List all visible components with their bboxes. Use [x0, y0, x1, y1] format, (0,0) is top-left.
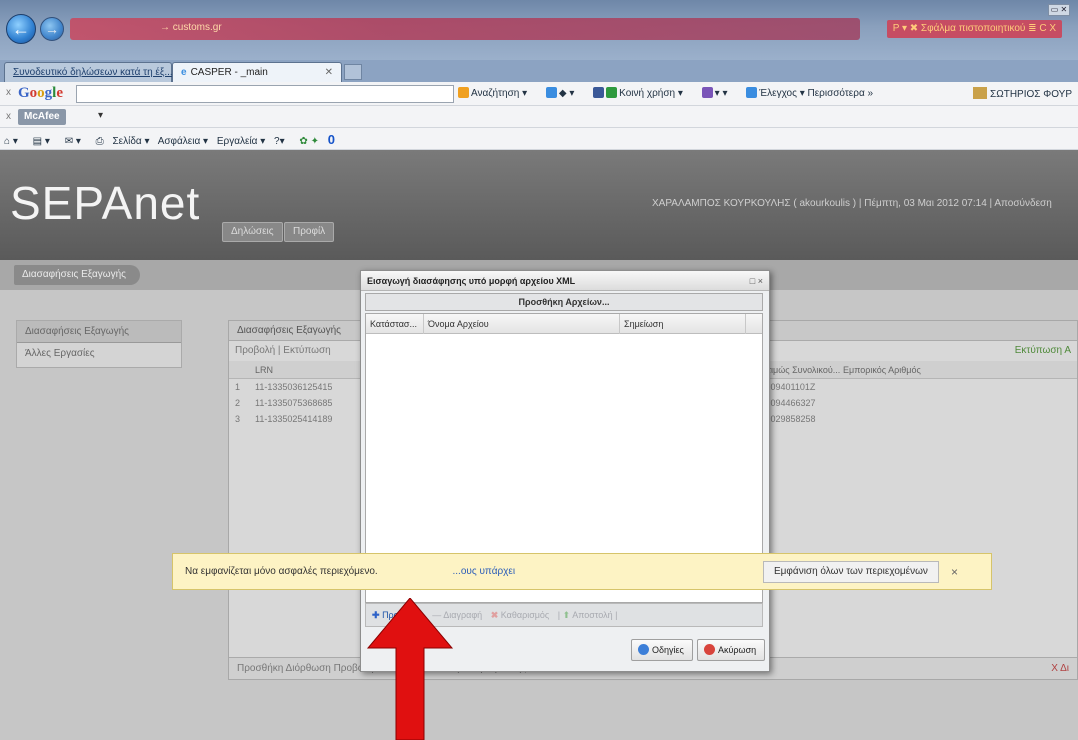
window-controls[interactable]: ▭ ✕	[1048, 4, 1070, 16]
tab-bar: Συνοδευτικό δηλώσεων κατά τη έξ... e CASP…	[0, 60, 1078, 82]
addon-badge[interactable]: 0	[328, 132, 335, 147]
forward-arrow-icon: →	[45, 21, 59, 37]
feeds-icon[interactable]: ▤ ▾	[33, 136, 56, 147]
tab-profile[interactable]: Προφίλ	[284, 222, 335, 242]
mcafee-caret-icon[interactable]: ▾	[98, 110, 103, 121]
add-files-button[interactable]: Προσθήκη Αρχείων...	[365, 293, 763, 311]
notification-link[interactable]: ...ους υπάρχει	[453, 566, 516, 577]
tab-declarations[interactable]: Δηλώσεις	[222, 222, 283, 242]
home-icon[interactable]: ⌂ ▾	[4, 136, 24, 147]
col-note[interactable]: Σημείωση	[620, 314, 746, 334]
browser-titlebar: ← → → customs.gr Ρ ▾ ✖ Σφάλμα πιστοποιητ…	[0, 0, 1078, 60]
ie-icon: e	[181, 67, 187, 78]
menu-tools[interactable]: Εργαλεία ▾	[217, 136, 265, 147]
dialog-title: Εισαγωγή διασάφησης υπό μορφή αρχείου XM…	[361, 271, 769, 291]
notification-close-icon[interactable]: ×	[951, 554, 958, 590]
tab-sepanet[interactable]: Συνοδευτικό δηλώσεων κατά τη έξ...	[4, 62, 173, 82]
google-toolbar-close-icon[interactable]: x	[6, 87, 11, 98]
cancel-button[interactable]: Ακύρωση	[697, 639, 766, 661]
grid-print-button[interactable]: Εκτύπωση Α	[1015, 341, 1071, 361]
clear-button[interactable]: ✖ Καθαρισμός	[491, 610, 550, 620]
cancel-icon	[704, 644, 715, 655]
dialog-window-controls[interactable]: □ ×	[750, 271, 763, 291]
google-misc-button[interactable]: ▾ ▾	[701, 87, 736, 99]
mail-icon[interactable]: ✉ ▾	[65, 136, 87, 147]
clear-icon: ✖	[490, 610, 499, 620]
show-all-content-button[interactable]: Εμφάνιση όλων των περιεχομένων	[763, 561, 939, 583]
google-toolbar-items: Αναζήτηση ▾ ◆ ▾ Κοινή χρήση ▾ ▾ ▾ Έλεγχο…	[458, 87, 889, 99]
menu-safety[interactable]: Ασφάλεια ▾	[158, 136, 208, 147]
col-commercial-number[interactable]: Εμπορικός Αριθμός	[843, 361, 921, 379]
user-info[interactable]: ΧΑΡΑΛΑΜΠΟΣ ΚΟΥΡΚΟΥΛΗΣ ( akourkoulis ) | …	[652, 198, 1052, 209]
sidebar-item-export-declarations[interactable]: Διασαφήσεις Εξαγωγής	[17, 321, 181, 343]
certificate-error-indicator[interactable]: Ρ ▾ ✖ Σφάλμα πιστοποιητικού ≣ C X	[886, 20, 1062, 38]
mcafee-toolbar: x McAfee ▾	[0, 106, 1078, 128]
google-search-input[interactable]	[76, 85, 454, 103]
tab-casper-label: CASPER - _main	[190, 67, 268, 78]
file-list-header: Κατάστασ... Όνομα Αρχείου Σημείωση	[366, 314, 762, 334]
menu-page[interactable]: Σελίδα ▾	[112, 136, 149, 147]
google-logo: Google	[18, 85, 64, 101]
address-text[interactable]: → customs.gr	[160, 22, 222, 33]
col-status[interactable]: Κατάστασ...	[366, 314, 424, 334]
col-filename[interactable]: Όνομα Αρχείου	[424, 314, 620, 334]
notification-text: Να εμφανίζεται μόνο ασφαλές περιεχόμενο.	[185, 566, 378, 577]
annotation-arrow	[366, 598, 454, 740]
google-bookmark-button[interactable]: ◆ ▾	[545, 87, 583, 99]
upload-icon: ⬆	[562, 610, 571, 620]
col-lrn[interactable]: LRN	[255, 361, 273, 379]
help-icon[interactable]: ?▾	[274, 136, 291, 147]
google-toolbar: x Google Αναζήτηση ▾ ◆ ▾ Κοινή χρήση ▾ ▾…	[0, 82, 1078, 106]
new-tab-button[interactable]	[344, 64, 362, 80]
forward-button[interactable]: →	[40, 17, 64, 41]
print-icon[interactable]: ⎙	[96, 136, 104, 147]
tab-casper[interactable]: e CASPER - _main ✕	[172, 62, 342, 82]
security-notification-bar: Να εμφανίζεται μόνο ασφαλές περιεχόμενο.…	[172, 553, 992, 590]
mcafee-button[interactable]: McAfee	[18, 109, 66, 125]
help-icon	[638, 644, 649, 655]
google-share-button[interactable]: Κοινή χρήση ▾	[593, 87, 691, 99]
sidebar-item-other-tasks[interactable]: Άλλες Εργασίες	[17, 343, 181, 365]
breadcrumb-item[interactable]: Διασαφήσεις Εξαγωγής	[14, 265, 140, 285]
google-check-button[interactable]: Έλεγχος ▾ Περισσότερα »	[746, 87, 881, 99]
google-user-name[interactable]: ΣΩΤΗΡΙΟΣ ΦΟΥΡ	[973, 87, 1072, 100]
help-button[interactable]: Οδηγίες	[631, 639, 693, 661]
upload-button[interactable]: | ⬆ Αποστολή |	[558, 610, 618, 620]
sepanet-logo: SEPAnet	[10, 177, 201, 229]
google-search-button[interactable]: Αναζήτηση ▾	[458, 87, 535, 99]
grid-delete-button[interactable]: Χ Δι	[1051, 658, 1069, 680]
back-arrow-icon: ←	[12, 19, 30, 39]
tab-close-icon[interactable]: ✕	[325, 63, 333, 83]
app-header: SEPAnet Δηλώσεις Προφίλ ΧΑΡΑΛΑΜΠΟΣ ΚΟΥΡΚ…	[0, 150, 1078, 260]
mcafee-toolbar-close-icon[interactable]: x	[6, 111, 11, 122]
addon-icons[interactable]: ✿ ✦	[299, 136, 319, 147]
command-bar: ⌂ ▾ ▤ ▾ ✉ ▾ ⎙ Σελίδα ▾ Ασφάλεια ▾ Εργαλε…	[0, 128, 1078, 150]
sidebar: Διασαφήσεις Εξαγωγής Άλλες Εργασίες	[16, 320, 182, 368]
back-button[interactable]: ←	[6, 14, 36, 44]
